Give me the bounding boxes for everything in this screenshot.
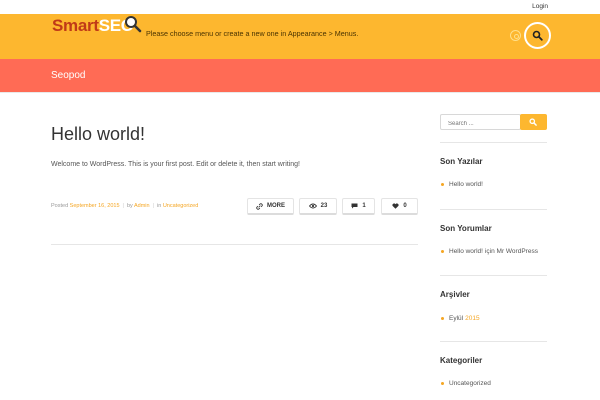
recent-comments-heading: Son Yorumlar xyxy=(440,224,492,233)
link-icon xyxy=(256,202,263,210)
header-search-button[interactable] xyxy=(524,22,551,49)
archive-item[interactable]: Eylül 2015 xyxy=(441,315,480,322)
site-logo[interactable]: SmartSEO xyxy=(52,16,134,36)
bullet-icon xyxy=(441,250,444,253)
archive-month-link[interactable]: Eylül xyxy=(449,315,463,322)
comment-author-text: için Mr WordPress xyxy=(484,248,538,255)
page-title: Seopod xyxy=(51,70,86,81)
post-title[interactable]: Hello world! xyxy=(51,124,145,145)
bullet-icon xyxy=(441,317,444,320)
views-count: 23 xyxy=(320,203,328,209)
likes-count: 0 xyxy=(403,203,407,209)
logo-text-smart: Smart xyxy=(52,16,99,35)
more-label: MORE xyxy=(267,203,285,209)
more-button[interactable]: MORE xyxy=(247,198,294,215)
post-meta: Posted September 16, 2015 | by Admin | in Un… xyxy=(51,203,199,209)
bullet-icon xyxy=(441,382,444,385)
recent-post-link[interactable]: Hello world! xyxy=(449,181,483,188)
author-link[interactable]: Admin xyxy=(134,203,150,209)
circle-icon[interactable] xyxy=(510,30,521,41)
sidebar-divider xyxy=(440,275,547,276)
menu-notice: Please choose menu or create a new one i… xyxy=(146,29,359,38)
comments-count: 1 xyxy=(362,203,366,209)
likes-button[interactable]: 0 xyxy=(381,198,418,215)
search-icon xyxy=(529,118,537,126)
post-date-link[interactable]: September 16, 2015 xyxy=(70,203,120,209)
post-excerpt: Welcome to WordPress. This is your first… xyxy=(51,161,300,168)
comment-icon xyxy=(351,203,358,209)
archive-year: 2015 xyxy=(465,315,480,322)
sidebar-divider xyxy=(440,341,547,342)
magnifier-logo-icon xyxy=(125,16,142,33)
search-icon xyxy=(532,30,543,41)
sidebar-divider xyxy=(440,209,547,210)
page-banner: Seopod xyxy=(0,59,600,92)
divider xyxy=(0,92,600,93)
eye-icon xyxy=(308,203,317,209)
comments-button[interactable]: 1 xyxy=(342,198,375,215)
category-item[interactable]: Uncategorized xyxy=(441,380,491,387)
post-divider xyxy=(51,244,418,245)
by-label: by xyxy=(126,203,133,209)
search-input[interactable] xyxy=(440,114,521,130)
category-link[interactable]: Uncategorized xyxy=(163,203,198,209)
recent-post-item[interactable]: Hello world! xyxy=(441,181,483,188)
comment-post-link[interactable]: Hello world! xyxy=(449,248,483,255)
recent-posts-heading: Son Yazılar xyxy=(440,157,483,166)
archives-heading: Arşivler xyxy=(440,290,470,299)
recent-comment-item: Hello world! için Mr WordPress xyxy=(441,248,538,255)
heart-icon xyxy=(392,203,399,209)
sidebar-divider xyxy=(440,142,547,143)
category-item-link[interactable]: Uncategorized xyxy=(449,380,491,387)
search-button[interactable] xyxy=(520,114,547,130)
login-link[interactable]: Login xyxy=(532,3,548,10)
top-bar: Login xyxy=(0,0,600,14)
posted-label: Posted xyxy=(51,203,69,209)
views-button[interactable]: 23 xyxy=(299,198,337,215)
in-label: in xyxy=(157,203,162,209)
bullet-icon xyxy=(441,183,444,186)
categories-heading: Kategoriler xyxy=(440,356,483,365)
